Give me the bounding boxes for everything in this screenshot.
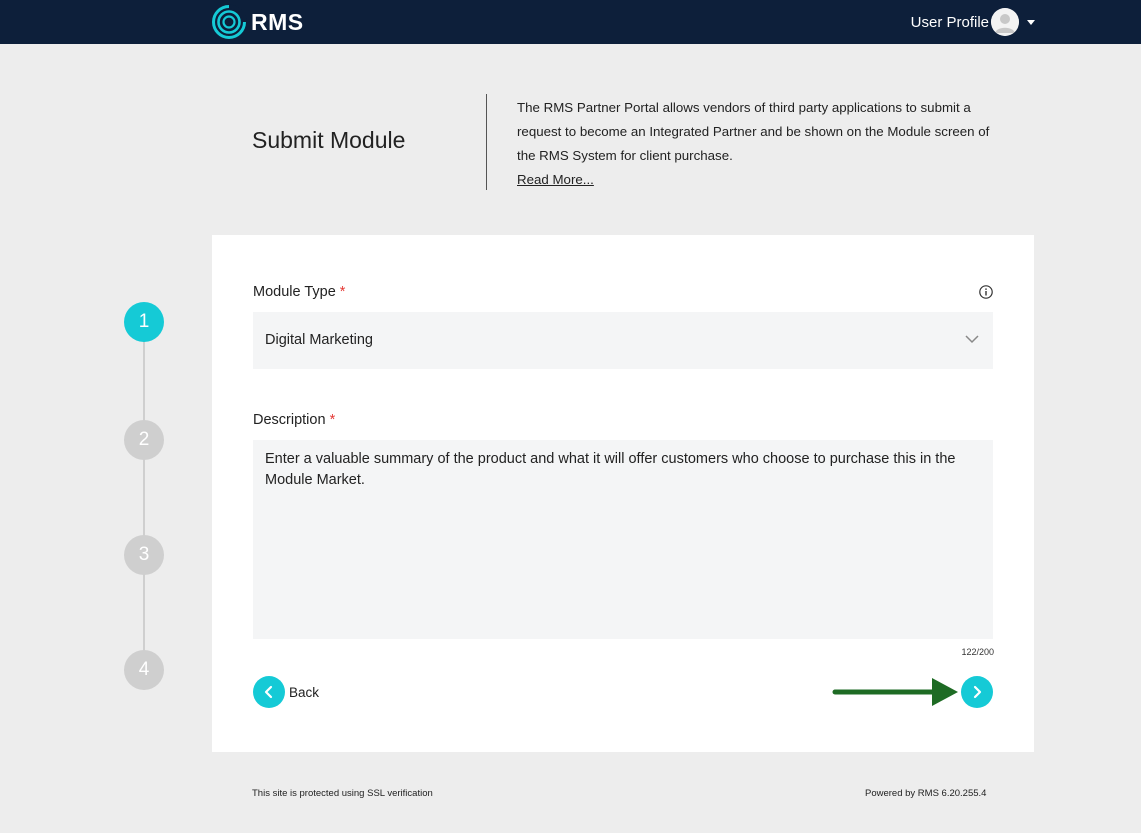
page-title: Submit Module bbox=[252, 127, 406, 153]
required-mark: * bbox=[339, 284, 346, 300]
back-label[interactable]: Back bbox=[289, 685, 319, 700]
module-type-label: Module Type * bbox=[253, 284, 345, 300]
top-navbar: RMS User Profile bbox=[0, 0, 1141, 44]
arrow-right-annotation-icon bbox=[832, 678, 958, 706]
caret-down-icon[interactable] bbox=[1027, 19, 1035, 25]
module-form-card: Module Type * Digital Marketing Descript… bbox=[212, 235, 1034, 752]
module-type-value: Digital Marketing bbox=[265, 332, 373, 348]
user-profile-label[interactable]: User Profile bbox=[911, 14, 989, 31]
module-type-select[interactable]: Digital Marketing bbox=[253, 312, 993, 369]
step-2[interactable]: 2 bbox=[124, 420, 164, 460]
read-more-link[interactable]: Read More... bbox=[517, 172, 594, 187]
description-value: Enter a valuable summary of the product … bbox=[265, 451, 956, 488]
intro-block: The RMS Partner Portal allows vendors of… bbox=[517, 96, 1007, 192]
step-1[interactable]: 1 bbox=[124, 302, 164, 342]
stepper-line bbox=[143, 330, 145, 670]
rms-logo-icon bbox=[212, 4, 247, 39]
step-4[interactable]: 4 bbox=[124, 650, 164, 690]
powered-by: Powered by RMS 6.20.255.4 bbox=[865, 788, 987, 799]
user-profile-menu[interactable]: User Profile bbox=[911, 6, 1035, 38]
description-label-text: Description bbox=[253, 412, 326, 428]
back-button[interactable]: Back bbox=[253, 676, 319, 708]
avatar-icon[interactable] bbox=[991, 8, 1019, 36]
chevron-down-icon bbox=[965, 335, 979, 344]
chevron-right-icon bbox=[973, 685, 982, 699]
info-icon[interactable] bbox=[979, 285, 993, 299]
step-3[interactable]: 3 bbox=[124, 535, 164, 575]
ssl-notice: This site is protected using SSL verific… bbox=[252, 788, 433, 799]
char-counter: 122/200 bbox=[961, 647, 994, 657]
header-divider bbox=[486, 94, 487, 190]
description-label: Description * bbox=[253, 412, 335, 428]
required-mark: * bbox=[329, 412, 336, 428]
chevron-left-icon[interactable] bbox=[253, 676, 285, 708]
module-type-label-text: Module Type bbox=[253, 284, 336, 300]
logo-text: RMS bbox=[251, 8, 304, 35]
next-button[interactable] bbox=[961, 676, 993, 708]
intro-text: The RMS Partner Portal allows vendors of… bbox=[517, 100, 990, 163]
rms-logo[interactable]: RMS bbox=[211, 4, 304, 40]
description-textarea[interactable]: Enter a valuable summary of the product … bbox=[253, 440, 993, 639]
